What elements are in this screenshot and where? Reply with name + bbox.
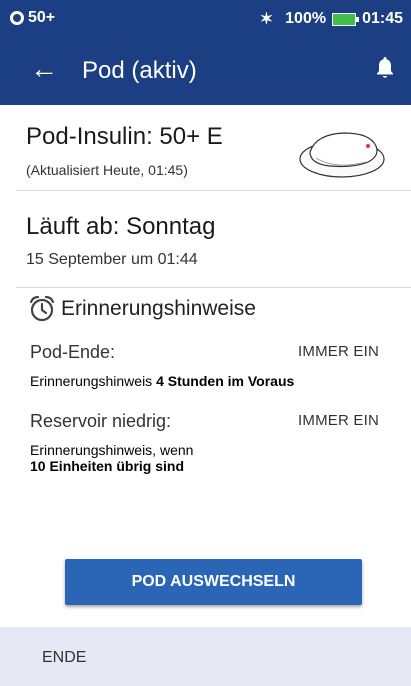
bell-icon[interactable] bbox=[375, 56, 395, 80]
status-right: ✶ 100% 01:45 bbox=[260, 9, 403, 29]
pod-insulin-updated: (Aktualisiert Heute, 01:45) bbox=[26, 162, 188, 178]
battery-icon bbox=[332, 12, 360, 26]
replace-pod-button[interactable]: POD AUSWECHSELN bbox=[65, 559, 362, 605]
reminder-desc-reservoir: Erinnerungshinweis, wenn 10 Einheiten übr… bbox=[30, 442, 310, 474]
status-left: 50+ bbox=[10, 9, 55, 27]
reminder-state-pod-end: IMMER EIN bbox=[298, 343, 379, 360]
bluetooth-icon: ✶ bbox=[259, 11, 274, 28]
status-bar: 50+ ✶ 100% 01:45 bbox=[0, 0, 411, 35]
insulin-drop-icon bbox=[10, 11, 24, 25]
reminder-desc-bold: 10 Einheiten übrig sind bbox=[30, 458, 185, 474]
end-button[interactable]: ENDE bbox=[42, 649, 86, 667]
status-time: 01:45 bbox=[362, 10, 403, 27]
app-bar: ← Pod (aktiv) bbox=[0, 35, 411, 105]
alarm-clock-icon bbox=[29, 295, 55, 322]
battery-percent: 100% bbox=[285, 10, 327, 27]
reminder-desc-prefix: Erinnerungshinweis, wenn bbox=[30, 442, 194, 458]
footer-bar: ENDE bbox=[0, 627, 411, 686]
back-arrow-icon[interactable]: ← bbox=[30, 53, 58, 85]
expiration-date: 15 September um 01:44 bbox=[26, 251, 198, 268]
reminder-desc-pod-end: Erinnerungshinweis 4 Stunden im Voraus bbox=[30, 373, 310, 389]
reminder-desc-prefix: Erinnerungshinweis bbox=[30, 373, 157, 389]
reminders-header: Erinnerungshinweise bbox=[29, 295, 256, 323]
pod-insulin-section: Pod-Insulin: 50+ E (Aktualisiert Heute, … bbox=[16, 106, 411, 191]
reminder-state-reservoir: IMMER EIN bbox=[298, 412, 379, 429]
reminder-label-reservoir: Reservoir niedrig: bbox=[30, 411, 172, 431]
pod-insulin-amount: Pod-Insulin: 50+ E bbox=[26, 123, 223, 150]
status-left-text: 50+ bbox=[28, 9, 56, 26]
page-title: Pod (aktiv) bbox=[82, 57, 197, 84]
pod-device-icon bbox=[299, 132, 385, 178]
reminder-desc-bold: 4 Stunden im Voraus bbox=[156, 373, 295, 389]
expiration-day: Läuft ab: Sonntag bbox=[26, 213, 216, 240]
reminders-title: Erinnerungshinweise bbox=[61, 297, 256, 320]
pod-expiration-section: Läuft ab: Sonntag 15 September um 01:44 bbox=[16, 191, 411, 288]
reminder-label-pod-end: Pod-Ende: bbox=[30, 342, 116, 362]
